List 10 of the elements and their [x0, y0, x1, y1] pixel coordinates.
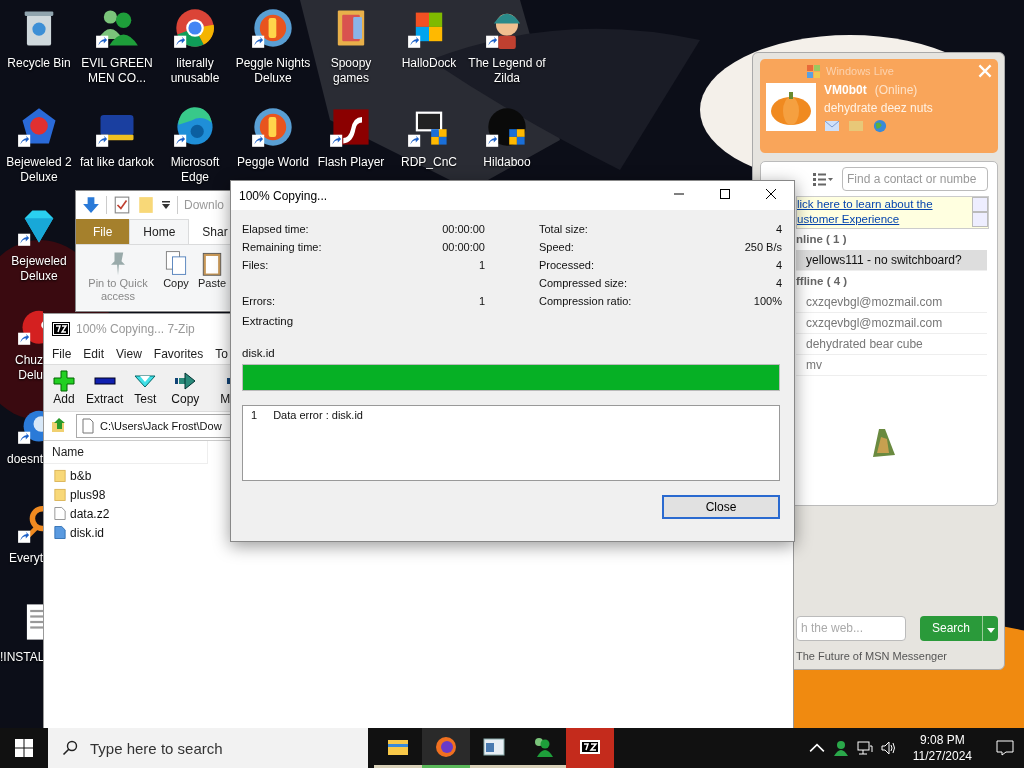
speaker-icon[interactable]	[880, 740, 897, 756]
network-icon[interactable]	[856, 740, 873, 756]
taskbar-app[interactable]	[566, 728, 614, 768]
clock[interactable]: 9:08 PM 11/27/2024	[904, 732, 980, 764]
notification-icon[interactable]	[996, 740, 1014, 756]
taskbar-app[interactable]	[422, 728, 470, 768]
firefox-icon	[434, 734, 458, 759]
person-icon[interactable]	[832, 740, 849, 756]
search-field[interactable]: Type here to search	[48, 728, 368, 768]
windows-logo-icon	[15, 739, 33, 757]
